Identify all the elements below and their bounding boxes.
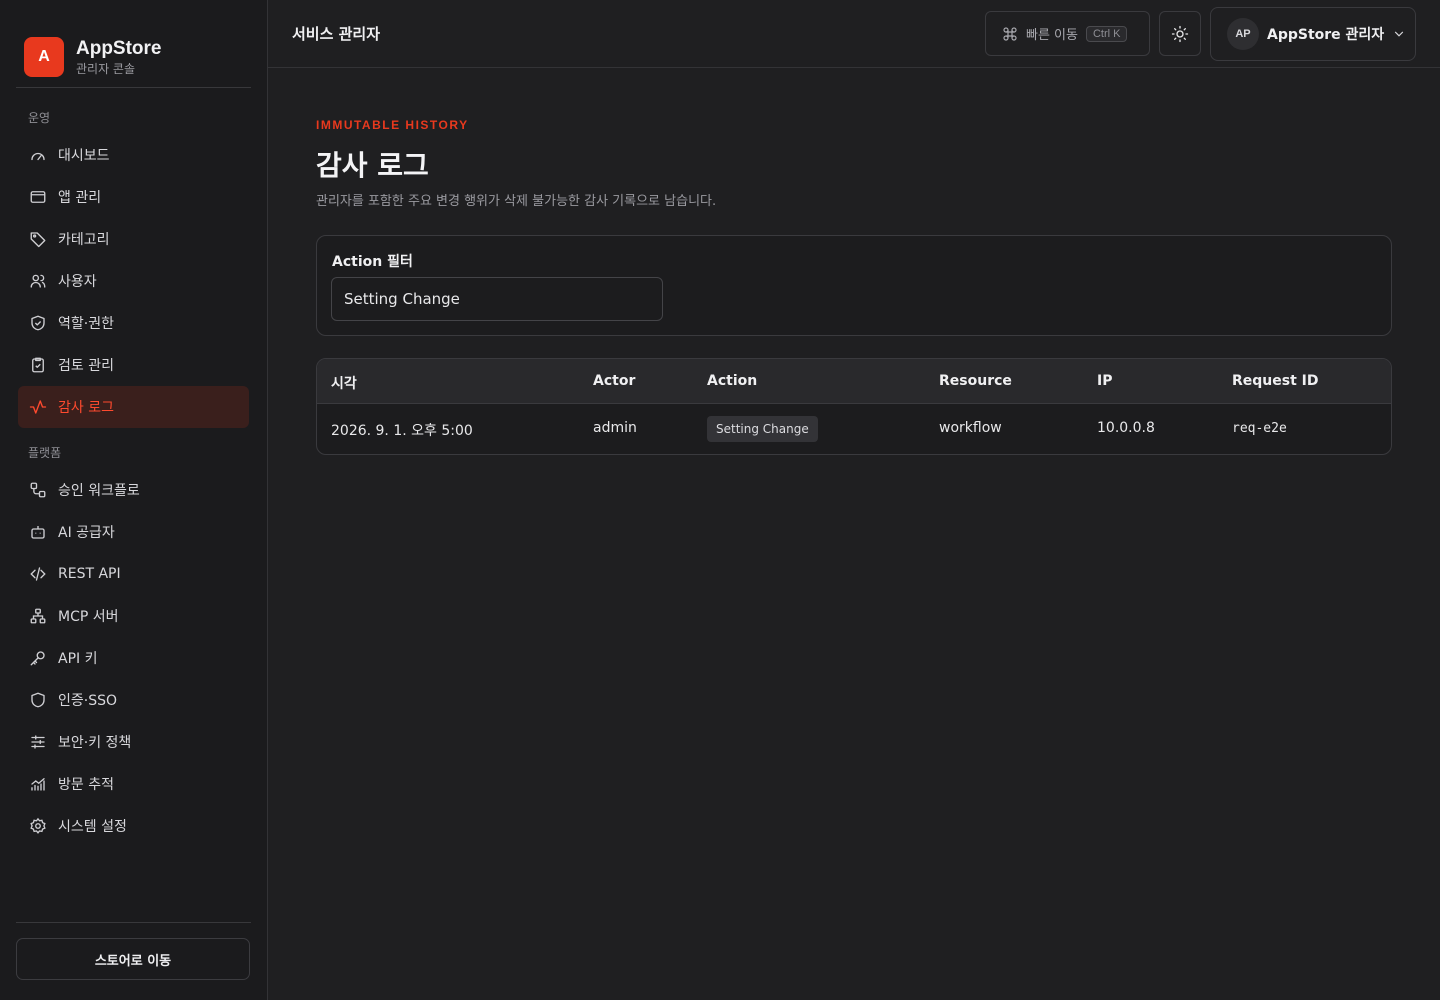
go-to-store-button[interactable]: 스토어로 이동 [16, 938, 250, 980]
nav-section-label: 플랫폼 [28, 446, 62, 460]
sidebar-item-label: 시스템 설정 [58, 819, 127, 835]
shield-icon [28, 690, 48, 710]
divider [16, 922, 251, 923]
sidebar-item-dashboard[interactable]: 대시보드 [18, 134, 249, 176]
brand-logo: A [24, 37, 64, 77]
sidebar-item-categories[interactable]: 카테고리 [18, 218, 249, 260]
sidebar-item-label: 인증·SSO [58, 693, 118, 709]
sidebar-item-rest-api[interactable]: REST API [18, 553, 249, 595]
tag-icon [28, 229, 48, 249]
nav-group-operations: 대시보드 앱 관리 카테고리 사용자 역할·권한 검토 관리 감사 로그 [18, 134, 249, 428]
main: 서비스 관리자 빠른 이동 Ctrl K AP AppStore 관리자 IMM… [268, 0, 1440, 1000]
topbar-title: 서비스 관리자 [292, 25, 381, 43]
network-icon [28, 606, 48, 626]
sidebar-item-label: 앱 관리 [58, 190, 102, 206]
divider [16, 87, 251, 88]
quick-nav-button[interactable]: 빠른 이동 Ctrl K [985, 11, 1150, 56]
column-header-ip: IP [1097, 373, 1113, 389]
sidebar-item-label: 카테고리 [58, 232, 110, 248]
sidebar: A AppStore 관리자 콘솔 운영 대시보드 앱 관리 카테고리 사용자 … [0, 0, 268, 1000]
sidebar-item-mcp-server[interactable]: MCP 서버 [18, 595, 249, 637]
page-title: 감사 로그 [316, 149, 429, 182]
avatar: AP [1227, 18, 1259, 50]
sidebar-item-label: 검토 관리 [58, 358, 114, 374]
theme-toggle-button[interactable] [1159, 11, 1201, 56]
sidebar-item-roles[interactable]: 역할·권한 [18, 302, 249, 344]
sidebar-item-auth-sso[interactable]: 인증·SSO [18, 679, 249, 721]
page-description: 관리자를 포함한 주요 변경 행위가 삭제 불가능한 감사 기록으로 남습니다. [316, 194, 717, 209]
sidebar-item-ai-providers[interactable]: AI 공급자 [18, 511, 249, 553]
sidebar-item-label: REST API [58, 566, 121, 582]
sun-icon [1171, 25, 1189, 42]
sidebar-item-workflow[interactable]: 승인 워크플로 [18, 469, 249, 511]
cell-actor: admin [593, 420, 637, 436]
sidebar-item-api-keys[interactable]: API 키 [18, 637, 249, 679]
workflow-icon [28, 480, 48, 500]
quick-nav-label: 빠른 이동 [1026, 28, 1078, 43]
sidebar-item-label: 역할·권한 [58, 316, 114, 332]
profile-menu-button[interactable]: AP AppStore 관리자 [1210, 7, 1416, 61]
bot-icon [28, 522, 48, 542]
key-icon [28, 648, 48, 668]
sidebar-item-label: 사용자 [58, 274, 97, 290]
filter-card: Action 필터 [316, 235, 1392, 336]
sidebar-item-label: AI 공급자 [58, 525, 115, 541]
column-header-time: 시각 [331, 376, 357, 392]
sidebar-item-label: 승인 워크플로 [58, 483, 140, 499]
brand-name: AppStore [76, 37, 162, 59]
users-icon [28, 271, 48, 291]
column-header-action: Action [707, 373, 758, 389]
sidebar-item-users[interactable]: 사용자 [18, 260, 249, 302]
command-icon [1003, 26, 1017, 41]
brand[interactable]: A AppStore 관리자 콘솔 [0, 0, 267, 88]
sidebar-item-label: 보안·키 정책 [58, 735, 132, 751]
column-header-request-id: Request ID [1232, 373, 1319, 389]
sidebar-item-label: MCP 서버 [58, 609, 119, 625]
profile-name: AppStore 관리자 [1267, 27, 1385, 43]
sidebar-item-label: API 키 [58, 651, 98, 667]
shortcut-hint: Ctrl K [1085, 25, 1128, 42]
sidebar-item-system-settings[interactable]: 시스템 설정 [18, 805, 249, 847]
gear-icon [28, 816, 48, 836]
sidebar-item-label: 감사 로그 [58, 400, 114, 416]
gauge-icon [28, 145, 48, 165]
code-icon [28, 564, 48, 584]
cell-time: 2026. 9. 1. 오후 5:00 [331, 423, 473, 439]
page-eyebrow: IMMUTABLE HISTORY [316, 118, 469, 132]
sidebar-item-review[interactable]: 검토 관리 [18, 344, 249, 386]
sidebar-item-security-policy[interactable]: 보안·키 정책 [18, 721, 249, 763]
cell-ip: 10.0.0.8 [1097, 420, 1155, 436]
column-header-resource: Resource [939, 373, 1012, 389]
topbar: 서비스 관리자 빠른 이동 Ctrl K AP AppStore 관리자 [268, 0, 1440, 68]
sidebar-item-label: 대시보드 [58, 148, 110, 164]
cell-request-id: req-e2e [1232, 421, 1287, 436]
activity-icon [28, 397, 48, 417]
table-row[interactable]: 2026. 9. 1. 오후 5:00 admin Setting Change… [317, 404, 1391, 454]
brand-subtitle: 관리자 콘솔 [76, 61, 136, 76]
sidebar-item-audit-log[interactable]: 감사 로그 [18, 386, 249, 428]
filter-label: Action 필터 [332, 254, 413, 270]
action-badge: Setting Change [707, 416, 818, 442]
chart-icon [28, 774, 48, 794]
brand-text: AppStore 관리자 콘솔 [76, 38, 162, 77]
sidebar-item-label: 방문 추적 [58, 777, 114, 793]
chevron-down-icon [1395, 31, 1404, 37]
nav-section-label: 운영 [28, 111, 51, 125]
cell-resource: workflow [939, 420, 1002, 436]
action-filter-input[interactable] [331, 277, 663, 321]
column-header-actor: Actor [593, 373, 636, 389]
sidebar-item-apps[interactable]: 앱 관리 [18, 176, 249, 218]
shield-check-icon [28, 313, 48, 333]
sliders-icon [28, 732, 48, 752]
table-header: 시각 Actor Action Resource IP Request ID [317, 359, 1391, 404]
window-icon [28, 187, 48, 207]
audit-log-table: 시각 Actor Action Resource IP Request ID 2… [316, 358, 1392, 455]
sidebar-item-visit-tracking[interactable]: 방문 추적 [18, 763, 249, 805]
clipboard-check-icon [28, 355, 48, 375]
nav-group-platform: 승인 워크플로 AI 공급자 REST API MCP 서버 API 키 인증·… [18, 469, 249, 847]
